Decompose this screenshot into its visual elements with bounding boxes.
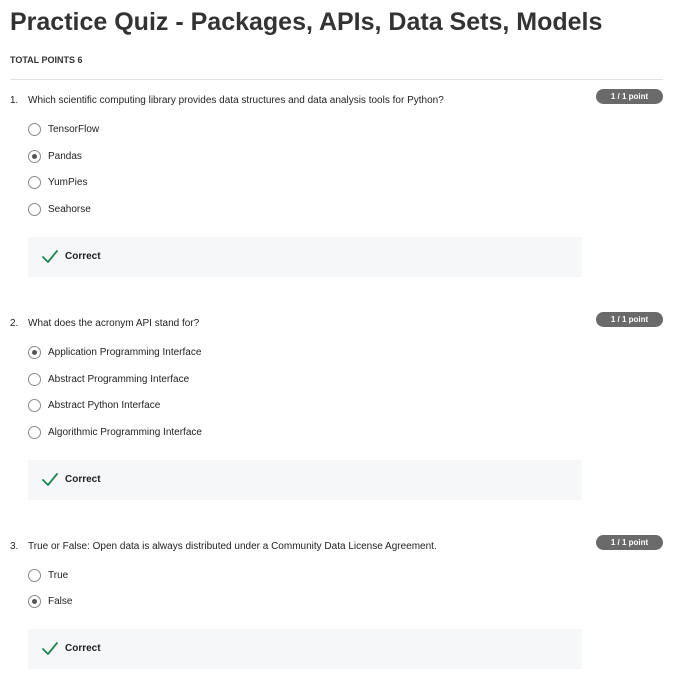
question-number: 1. [10, 95, 19, 106]
check-icon [42, 642, 58, 655]
option-label: False [48, 596, 73, 607]
question-number: 2. [10, 318, 19, 329]
radio-button[interactable] [28, 373, 41, 386]
page-title: Practice Quiz - Packages, APIs, Data Set… [10, 8, 603, 36]
check-icon [42, 473, 58, 486]
total-points: TOTAL POINTS 6 [10, 55, 83, 65]
feedback-box: Correct [28, 237, 582, 277]
points-badge: 1 / 1 point [596, 312, 663, 327]
radio-button[interactable] [28, 150, 41, 163]
radio-button[interactable] [28, 346, 41, 359]
question-text: What does the acronym API stand for? [28, 318, 200, 329]
radio-button[interactable] [28, 569, 41, 582]
option-label: TensorFlow [48, 124, 100, 135]
points-badge: 1 / 1 point [596, 535, 663, 550]
radio-button[interactable] [28, 123, 41, 136]
option-label: Algorithmic Programming Interface [48, 427, 202, 438]
question-text: Which scientific computing library provi… [28, 95, 444, 106]
divider [10, 79, 663, 80]
question-text: True or False: Open data is always distr… [28, 541, 437, 552]
radio-button[interactable] [28, 176, 41, 189]
radio-button[interactable] [28, 203, 41, 216]
feedback-box: Correct [28, 460, 582, 500]
feedback-label: Correct [65, 251, 101, 262]
points-badge: 1 / 1 point [596, 89, 663, 104]
option-label: Application Programming Interface [48, 347, 202, 358]
option-label: Pandas [48, 151, 82, 162]
option-label: YumPies [48, 177, 88, 188]
option-label: True [48, 570, 69, 581]
radio-button[interactable] [28, 426, 41, 439]
radio-button[interactable] [28, 399, 41, 412]
feedback-label: Correct [65, 643, 101, 654]
feedback-box: Correct [28, 629, 582, 669]
question-number: 3. [10, 541, 19, 552]
check-icon [42, 250, 58, 263]
option-label: Abstract Python Interface [48, 400, 161, 411]
option-label: Abstract Programming Interface [48, 374, 190, 385]
feedback-label: Correct [65, 474, 101, 485]
option-label: Seahorse [48, 204, 91, 215]
radio-button[interactable] [28, 595, 41, 608]
